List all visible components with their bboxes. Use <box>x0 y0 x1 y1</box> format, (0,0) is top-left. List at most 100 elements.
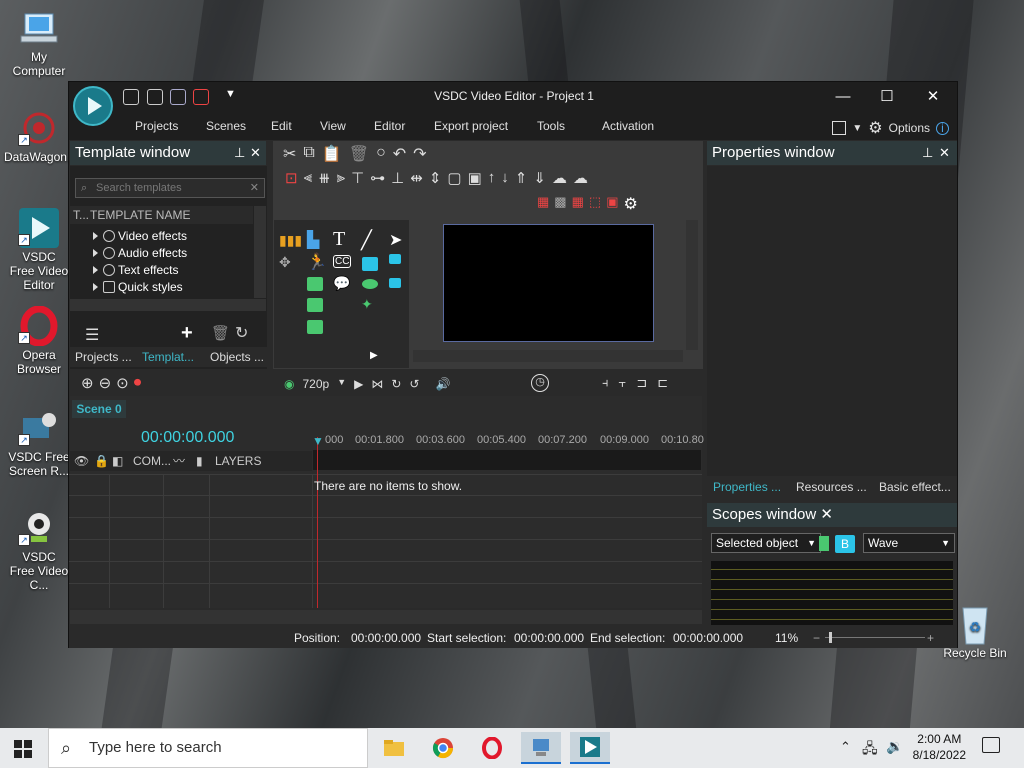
expand-palette-icon[interactable]: ▶ <box>370 350 378 361</box>
copy-icon[interactable]: ⧉ <box>303 144 314 164</box>
menu-activation[interactable]: Activation <box>602 119 654 133</box>
volume-icon[interactable]: 🔉 <box>886 738 903 755</box>
fit-icon[interactable]: ⊙ <box>116 374 129 392</box>
free-shape-icon[interactable]: ✦ <box>361 296 373 313</box>
grid-icon[interactable]: ▦ <box>572 194 584 214</box>
maximize-button[interactable]: ☐ <box>869 85 905 109</box>
refresh-icon[interactable]: ↻ <box>235 323 248 343</box>
export-icon[interactable] <box>193 89 209 105</box>
waveform-icon[interactable]: 〰 <box>173 451 185 471</box>
circle-icon[interactable]: ○ <box>376 144 386 164</box>
preview-vscrollbar[interactable] <box>686 220 698 350</box>
vsdc-logo-icon[interactable] <box>73 86 113 126</box>
subtitles-icon[interactable]: CC <box>333 255 352 268</box>
undo-icon[interactable]: ↶ <box>393 144 406 164</box>
line-tool-icon[interactable]: ╱ <box>361 230 372 251</box>
redo-icon[interactable]: ↷ <box>413 144 426 164</box>
tab-properties[interactable]: Properties ... <box>713 480 781 494</box>
chrome-taskbar-icon[interactable] <box>423 732 463 764</box>
settings-gear-icon[interactable]: ⚙ <box>623 194 637 214</box>
menu-editor[interactable]: Editor <box>374 119 434 133</box>
close-icon[interactable]: ✕ <box>939 141 950 165</box>
zoom-slider-thumb[interactable] <box>829 632 832 643</box>
record-icon[interactable]: ⏺ <box>134 374 142 392</box>
close-button[interactable]: ✕ <box>915 85 951 109</box>
template-search-input[interactable]: ⌕ Search templates ✕ <box>75 178 265 198</box>
tab-resources[interactable]: Resources ... <box>796 480 867 494</box>
tree-item-audio-effects[interactable]: Audio effects <box>93 246 187 260</box>
lock-icon[interactable]: 🔒 <box>94 451 109 471</box>
expand-icon[interactable] <box>93 283 98 291</box>
move-bottom-icon[interactable]: ⇓ <box>533 169 546 187</box>
desktop-icon-vsdc-video-capture[interactable]: ↗ VSDC Free Video C... <box>4 508 74 592</box>
taskbar-search-box[interactable]: ⌕ Type here to search <box>48 728 368 768</box>
tree-item-quick-styles[interactable]: Quick styles <box>93 280 183 294</box>
repeat-icon[interactable]: ↺ <box>409 377 419 391</box>
tab-objects[interactable]: Objects ... <box>210 350 264 364</box>
tab-projects[interactable]: Projects ... <box>75 350 132 364</box>
ellipse-tool-icon[interactable] <box>362 279 378 289</box>
desktop-icon-vsdc-video-editor[interactable]: ↗ VSDC Free Video Editor <box>4 208 74 292</box>
clock-icon[interactable]: ◷ <box>531 374 549 392</box>
tab-basic-effects[interactable]: Basic effect... <box>879 480 951 494</box>
crop-icon[interactable]: ⬚ <box>589 194 601 214</box>
chevron-down-icon[interactable]: ▼ <box>852 123 862 134</box>
template-list-hscrollbar[interactable] <box>70 299 266 311</box>
chevron-up-icon[interactable]: ⌃ <box>840 739 851 755</box>
clear-icon[interactable]: ✕ <box>250 179 259 197</box>
loop-icon[interactable]: ↻ <box>391 377 401 391</box>
desktop-icon-vsdc-screen-recorder[interactable]: ↗ VSDC Free Screen R... <box>4 408 74 478</box>
zoom-in-icon[interactable]: ⊕ <box>81 374 94 392</box>
info-icon[interactable]: i <box>936 121 949 135</box>
taskbar-clock[interactable]: 2:00 AM 8/18/2022 <box>913 731 966 763</box>
video-tool-icon[interactable] <box>307 320 323 334</box>
list-view-icon[interactable]: ☰ <box>85 325 101 344</box>
menu-export-project[interactable]: Export project <box>434 119 537 133</box>
timeline-hscrollbar[interactable] <box>70 610 702 624</box>
pattern-icon[interactable]: ▩ <box>554 194 566 214</box>
audio-spectrum-icon[interactable]: ▮▮▮ <box>279 232 302 249</box>
open-project-icon[interactable] <box>147 89 163 105</box>
playhead-line[interactable] <box>317 437 318 608</box>
file-explorer-taskbar-icon[interactable] <box>374 732 414 764</box>
quick-access-dropdown-icon[interactable]: ▼ <box>225 88 236 100</box>
expand-icon[interactable] <box>93 249 98 257</box>
desktop-icon-opera[interactable]: ↗ Opera Browser <box>4 306 74 376</box>
align-right-icon[interactable]: ⫸ <box>337 169 345 187</box>
scope-mode-select[interactable]: Wave ▼ <box>863 533 955 553</box>
expand-icon[interactable] <box>93 266 98 274</box>
video-preview-canvas[interactable] <box>443 224 654 342</box>
play-icon[interactable]: ▶ <box>354 377 363 391</box>
tab-templates[interactable]: Templat... <box>142 350 194 364</box>
shape-2-icon[interactable]: ☁ <box>573 169 588 187</box>
align-left-icon[interactable]: ⫷ <box>304 169 312 187</box>
zoom-slider[interactable] <box>825 637 925 638</box>
move-up-icon[interactable]: ↑ <box>488 169 496 187</box>
minimize-button[interactable]: — <box>825 85 861 109</box>
column-composition[interactable]: COM... <box>133 451 171 471</box>
menu-edit[interactable]: Edit <box>271 119 320 133</box>
audio-tool-icon[interactable] <box>307 298 323 312</box>
preview-hscrollbar[interactable] <box>413 350 683 362</box>
menu-view[interactable]: View <box>320 119 374 133</box>
save-icon[interactable] <box>170 89 186 105</box>
size-2-icon[interactable]: ▣ <box>468 169 482 187</box>
zoom-in-icon[interactable]: + <box>927 631 934 645</box>
animation-icon[interactable]: 🏃 <box>307 252 327 272</box>
new-project-icon[interactable] <box>123 89 139 105</box>
layer-tool-icon[interactable] <box>389 278 401 288</box>
image-tool-icon[interactable] <box>307 277 323 291</box>
mask-icon[interactable]: ▦ <box>537 194 549 214</box>
column-name-header[interactable]: TEMPLATE NAME <box>90 206 190 224</box>
cut-split-icon[interactable]: ⊏ <box>657 375 668 391</box>
align-middle-icon[interactable]: ⊶ <box>370 169 385 187</box>
column-type-header[interactable]: T... <box>73 206 89 224</box>
add-icon[interactable]: + <box>181 322 193 345</box>
select-frame-icon[interactable]: ⊡ <box>285 169 298 187</box>
layout-icon[interactable] <box>832 121 847 135</box>
menu-tools[interactable]: Tools <box>537 119 602 133</box>
desktop-icon-my-computer[interactable]: My Computer <box>4 8 74 78</box>
chart-icon[interactable]: ▙ <box>307 230 319 250</box>
trim-icon[interactable]: ⊐ <box>636 375 647 391</box>
vsdc-taskbar-icon[interactable] <box>570 732 610 764</box>
